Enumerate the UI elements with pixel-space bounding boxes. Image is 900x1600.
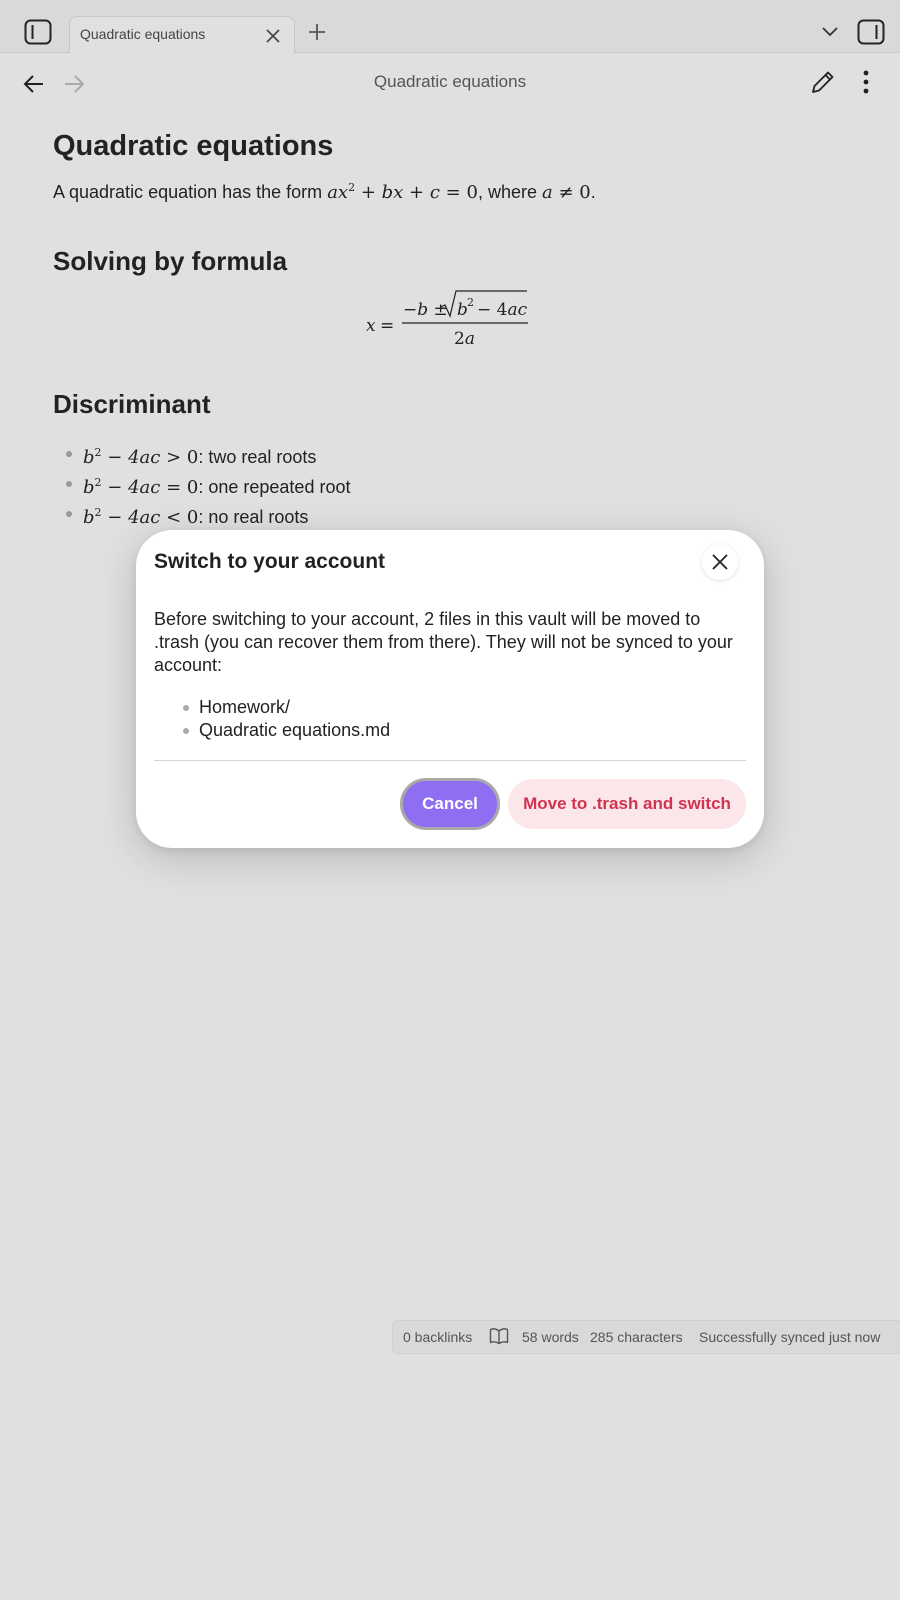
section-heading-discriminant: Discriminant — [53, 389, 211, 419]
file-list-item: Homework/ — [154, 696, 390, 719]
more-options-button[interactable] — [852, 66, 880, 98]
character-count: 285 characters — [590, 1329, 683, 1345]
quadratic-formula-display: x = −b ± b 2 − 4ac 2a — [366, 290, 528, 349]
file-list-item: Quadratic equations.md — [154, 719, 390, 742]
discriminant-list: b2 − 4ac > 0: two real roots b2 − 4ac = … — [53, 438, 853, 528]
quadratic-formula: x = −b ± b 2 − 4ac 2a — [53, 289, 853, 361]
intro-text-suffix: . — [590, 182, 596, 202]
intro-paragraph: A quadratic equation has the form ax2 + … — [53, 181, 853, 203]
svg-text:x: x — [366, 316, 376, 336]
list-item: b2 − 4ac = 0: one repeated root — [53, 468, 853, 498]
svg-text:=: = — [380, 316, 394, 336]
chevron-down-icon — [822, 27, 838, 37]
dialog-title: Switch to your account — [154, 550, 386, 573]
sidebar-right-icon — [857, 19, 885, 45]
discriminant-expression: b2 − 4ac > 0 — [83, 446, 199, 468]
intro-text-middle: , where — [477, 182, 537, 202]
tab-bar: Quadratic equations — [0, 0, 900, 54]
toggle-left-sidebar-button[interactable] — [22, 16, 54, 48]
section-heading-formula: Solving by formula — [53, 246, 288, 276]
file-list: Homework/ Quadratic equations.md — [154, 696, 390, 742]
document-title: Quadratic equations — [53, 130, 334, 162]
reading-mode-button[interactable] — [489, 1327, 509, 1348]
backlinks-count[interactable]: 0 backlinks — [403, 1329, 472, 1345]
discriminant-expression: b2 − 4ac < 0 — [83, 506, 199, 528]
move-to-trash-and-switch-button[interactable]: Move to .trash and switch — [508, 779, 746, 829]
svg-text:− 4ac: − 4ac — [477, 300, 528, 320]
status-bar: 0 backlinks 58 words 285 characters Succ… — [392, 1320, 900, 1354]
switch-account-dialog: Switch to your account Before switching … — [136, 530, 764, 848]
close-icon — [712, 554, 728, 570]
plus-icon — [309, 24, 325, 40]
tab-list-button[interactable] — [818, 20, 842, 44]
list-item: b2 − 4ac > 0: two real roots — [53, 438, 853, 468]
svg-text:2a: 2a — [454, 329, 475, 349]
note-title-header: Quadratic equations — [373, 72, 527, 91]
more-vertical-icon — [863, 70, 869, 94]
toggle-right-sidebar-button[interactable] — [855, 16, 887, 48]
word-count: 58 words — [522, 1329, 579, 1345]
new-tab-button[interactable] — [305, 20, 329, 44]
discriminant-expression: b2 − 4ac = 0 — [83, 476, 199, 498]
pencil-icon — [812, 71, 834, 93]
intro-text: A quadratic equation has the form — [53, 182, 323, 202]
list-item-text: : two real roots — [198, 447, 317, 467]
note-content: Quadratic equations A quadratic equation… — [53, 130, 853, 528]
list-item-text: : no real roots — [198, 507, 309, 527]
tab-title: Quadratic equations — [80, 26, 206, 42]
close-tab-button[interactable] — [263, 26, 283, 46]
list-item-text: : one repeated root — [198, 477, 351, 497]
condition-inline: a ≠ 0 — [541, 182, 591, 203]
close-icon — [266, 29, 280, 43]
tab-quadratic-equations[interactable]: Quadratic equations — [69, 16, 295, 54]
cancel-button[interactable]: Cancel — [400, 778, 500, 830]
dialog-message: Before switching to your account, 2 file… — [154, 609, 733, 675]
book-open-icon — [489, 1328, 509, 1345]
list-item: b2 − 4ac < 0: no real roots — [53, 498, 853, 528]
sync-status[interactable]: Successfully synced just now — [699, 1329, 880, 1345]
svg-text:−b ±: −b ± — [403, 300, 448, 320]
divider — [154, 760, 746, 761]
equation-inline: ax2 + bx + c = 0 — [327, 181, 478, 203]
sidebar-left-icon — [24, 19, 52, 45]
svg-text:2: 2 — [467, 296, 474, 309]
edit-button[interactable] — [807, 66, 839, 98]
dialog-close-button[interactable] — [702, 544, 738, 580]
